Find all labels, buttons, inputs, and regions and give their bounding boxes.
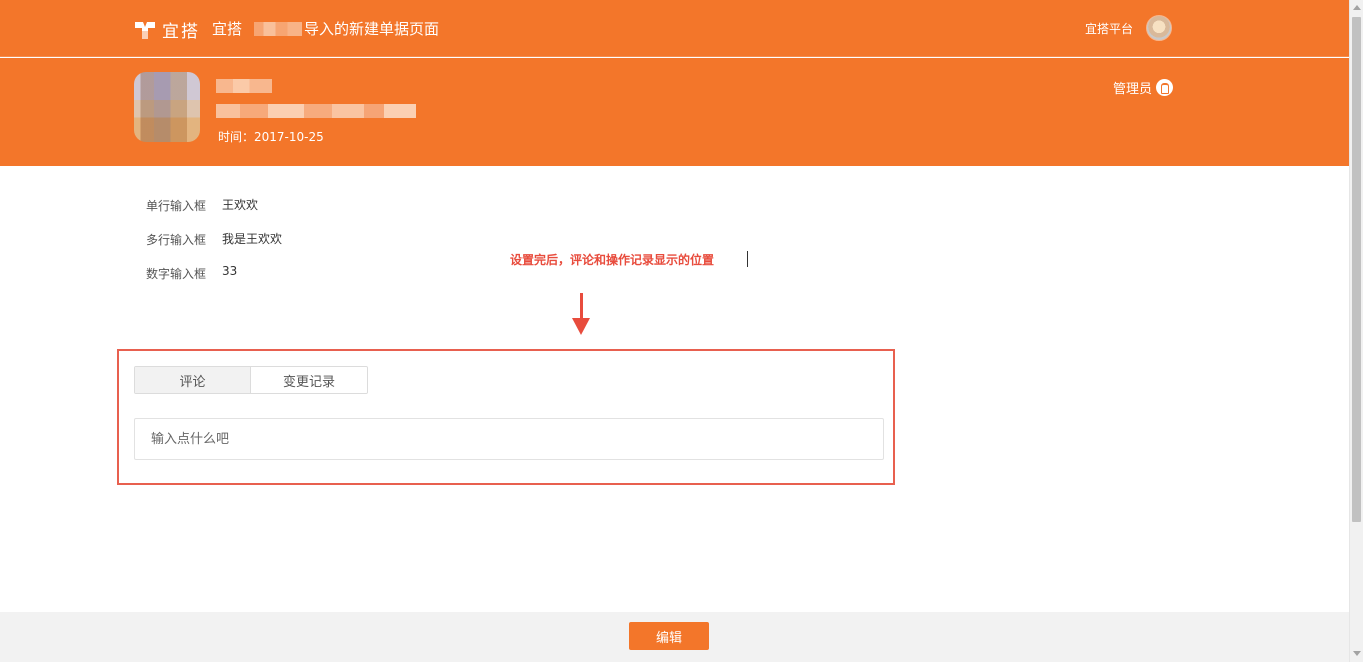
role-switch[interactable]: 管理员 — [1113, 78, 1174, 97]
edit-button[interactable]: 编辑 — [629, 622, 709, 650]
field-value: 33 — [222, 264, 238, 278]
comment-input[interactable] — [134, 418, 884, 460]
record-header: 时间：2017-10-25 管理员 — [0, 58, 1349, 166]
role-label: 管理员 — [1113, 82, 1153, 97]
vertical-scrollbar[interactable] — [1349, 0, 1363, 662]
tab-change-log[interactable]: 变更记录 — [251, 367, 367, 393]
scroll-up-icon[interactable] — [1353, 5, 1361, 10]
redacted-creator-name — [216, 79, 272, 93]
creator-avatar — [134, 72, 200, 142]
scroll-down-icon[interactable] — [1353, 651, 1361, 656]
scroll-thumb[interactable] — [1352, 17, 1361, 522]
user-avatar-icon[interactable] — [1146, 15, 1172, 41]
text-cursor — [747, 251, 748, 267]
page-title-prefix: 宜搭 — [212, 20, 243, 38]
down-arrow-icon — [580, 293, 583, 321]
field-value: 我是王欢欢 — [222, 232, 283, 246]
page-title-suffix: 导入的新建单据页面 — [304, 20, 440, 38]
logo-text: 宜搭 — [162, 22, 200, 42]
platform-link[interactable]: 宜搭平台 — [1085, 20, 1133, 37]
tab-comments[interactable]: 评论 — [135, 367, 251, 393]
field-label: 数字输入框 — [146, 267, 207, 281]
field-label: 单行输入框 — [146, 199, 207, 213]
redacted-name — [254, 21, 303, 36]
annotation-text: 设置完后，评论和操作记录显示的位置 — [510, 253, 715, 267]
record-time: 时间：2017-10-25 — [218, 130, 324, 144]
redacted-creator-info — [216, 104, 416, 118]
comment-tabs: 评论 变更记录 — [134, 366, 368, 394]
field-row-multi-line: 多行输入框 我是王欢欢 — [146, 227, 282, 261]
field-label: 多行输入框 — [146, 233, 207, 247]
logo[interactable]: 宜搭 — [134, 17, 200, 42]
footer-bar: 编辑 — [0, 612, 1349, 662]
field-row-single-line: 单行输入框 王欢欢 — [146, 193, 282, 227]
form-fields: 单行输入框 王欢欢 多行输入框 我是王欢欢 数字输入框 33 — [146, 193, 282, 295]
field-row-number: 数字输入框 33 — [146, 261, 282, 295]
page-title: 宜搭 导入的新建单据页面 — [212, 18, 439, 39]
down-arrow-head — [572, 318, 590, 335]
switch-icon[interactable] — [1156, 79, 1174, 96]
logo-icon — [135, 21, 155, 39]
field-value: 王欢欢 — [222, 198, 259, 212]
top-navigation-bar: 宜搭 宜搭 导入的新建单据页面 宜搭平台 — [0, 0, 1349, 57]
